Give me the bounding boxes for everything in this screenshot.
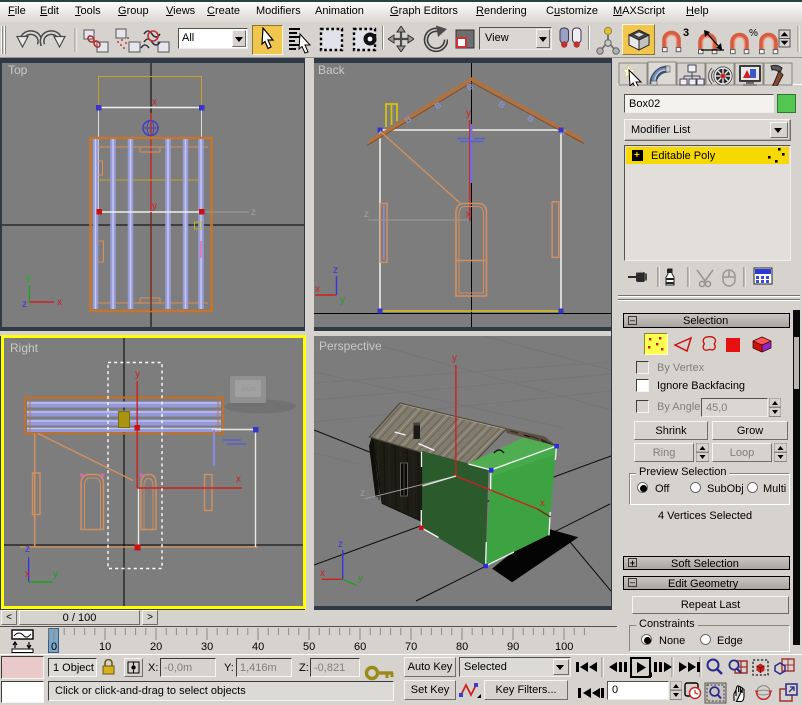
svg-text:0: 0 xyxy=(51,641,57,653)
svg-text:x: x xyxy=(315,284,320,295)
svg-text:x: x xyxy=(57,297,62,308)
svg-text:y: y xyxy=(135,369,140,380)
svg-text:Top: Top xyxy=(8,63,28,77)
svg-text:z: z xyxy=(251,207,256,218)
svg-text:10: 10 xyxy=(99,641,111,653)
svg-text:z: z xyxy=(22,299,27,310)
svg-text:y: y xyxy=(466,108,471,119)
svg-text:z: z xyxy=(360,488,365,499)
svg-text:z: z xyxy=(25,544,30,555)
svg-text:%: % xyxy=(749,28,758,39)
svg-text:30: 30 xyxy=(201,641,213,653)
svg-text:y: y xyxy=(53,569,58,580)
svg-text:3: 3 xyxy=(683,27,689,39)
svg-text:y: y xyxy=(340,295,345,306)
svg-text:40: 40 xyxy=(252,641,264,653)
svg-text:x: x xyxy=(236,474,241,485)
svg-text:70: 70 xyxy=(405,641,417,653)
svg-text:z: z xyxy=(338,539,343,550)
svg-text:y: y xyxy=(358,573,363,584)
svg-text:Perspective: Perspective xyxy=(319,339,382,353)
svg-text:z: z xyxy=(333,265,338,276)
svg-text:Right: Right xyxy=(10,341,39,355)
svg-text:x: x xyxy=(320,568,325,579)
svg-text:50: 50 xyxy=(303,641,315,653)
svg-text:90: 90 xyxy=(507,641,519,653)
svg-text:y: y xyxy=(152,201,157,212)
svg-text:y: y xyxy=(452,353,457,364)
svg-text:20: 20 xyxy=(150,641,162,653)
svg-text:SIGN: SIGN xyxy=(241,387,256,393)
svg-text:Back: Back xyxy=(318,63,346,77)
svg-text:x: x xyxy=(25,569,30,580)
svg-text:y: y xyxy=(26,273,31,284)
svg-text:x: x xyxy=(540,498,545,509)
svg-text:x: x xyxy=(152,97,157,108)
svg-text:z: z xyxy=(364,209,369,220)
svg-text:80: 80 xyxy=(456,641,468,653)
svg-text:60: 60 xyxy=(354,641,366,653)
svg-text:100: 100 xyxy=(555,641,573,653)
